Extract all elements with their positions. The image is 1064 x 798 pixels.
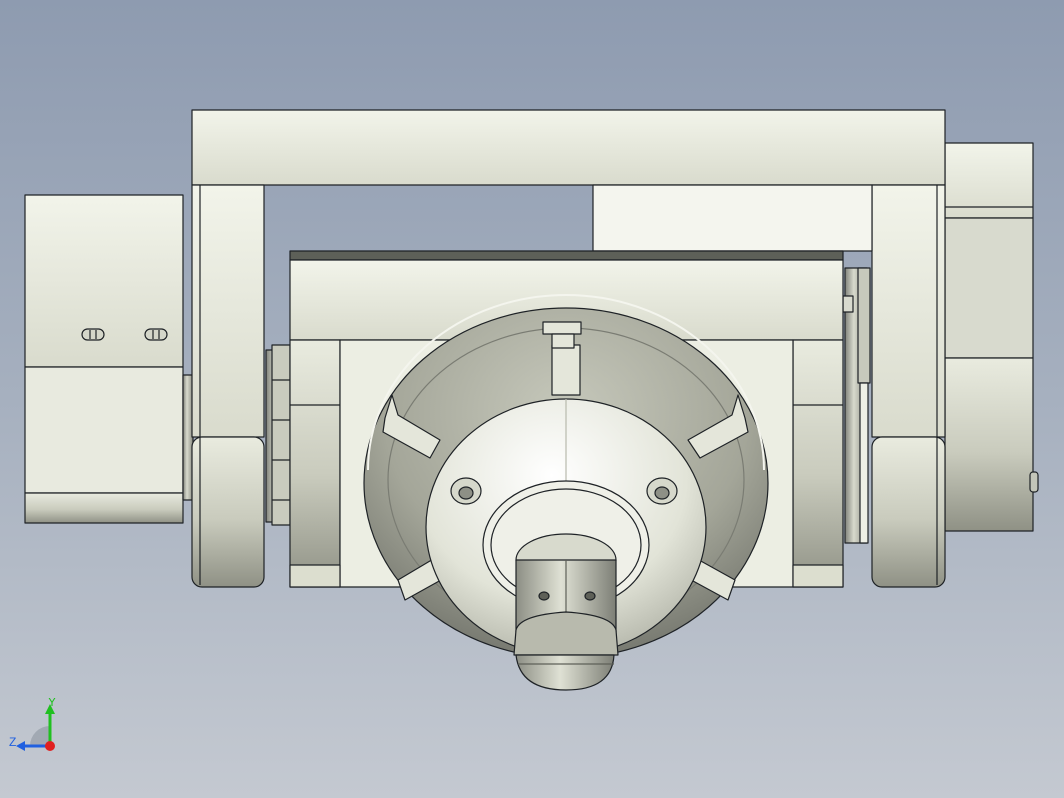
z-arrow-icon: [16, 741, 25, 751]
right-bearing: [842, 267, 871, 544]
right-motor-block: [944, 142, 1039, 532]
x-axis-icon: [45, 741, 55, 751]
cad-viewport[interactable]: Y Z: [0, 0, 1064, 798]
rotary-table-model[interactable]: [0, 0, 1064, 798]
slot-hole-icon: [144, 328, 168, 341]
left-motor-block: [24, 194, 194, 524]
spindle-shaft: [513, 533, 619, 691]
z-axis-label: Z: [9, 735, 16, 749]
orientation-triad[interactable]: Y Z: [8, 698, 68, 758]
bolt-hole-icon: [450, 477, 482, 505]
left-bearing: [265, 344, 291, 526]
bolt-hole-icon: [646, 477, 678, 505]
y-axis-label: Y: [48, 698, 56, 709]
slot-hole-icon: [81, 328, 105, 341]
